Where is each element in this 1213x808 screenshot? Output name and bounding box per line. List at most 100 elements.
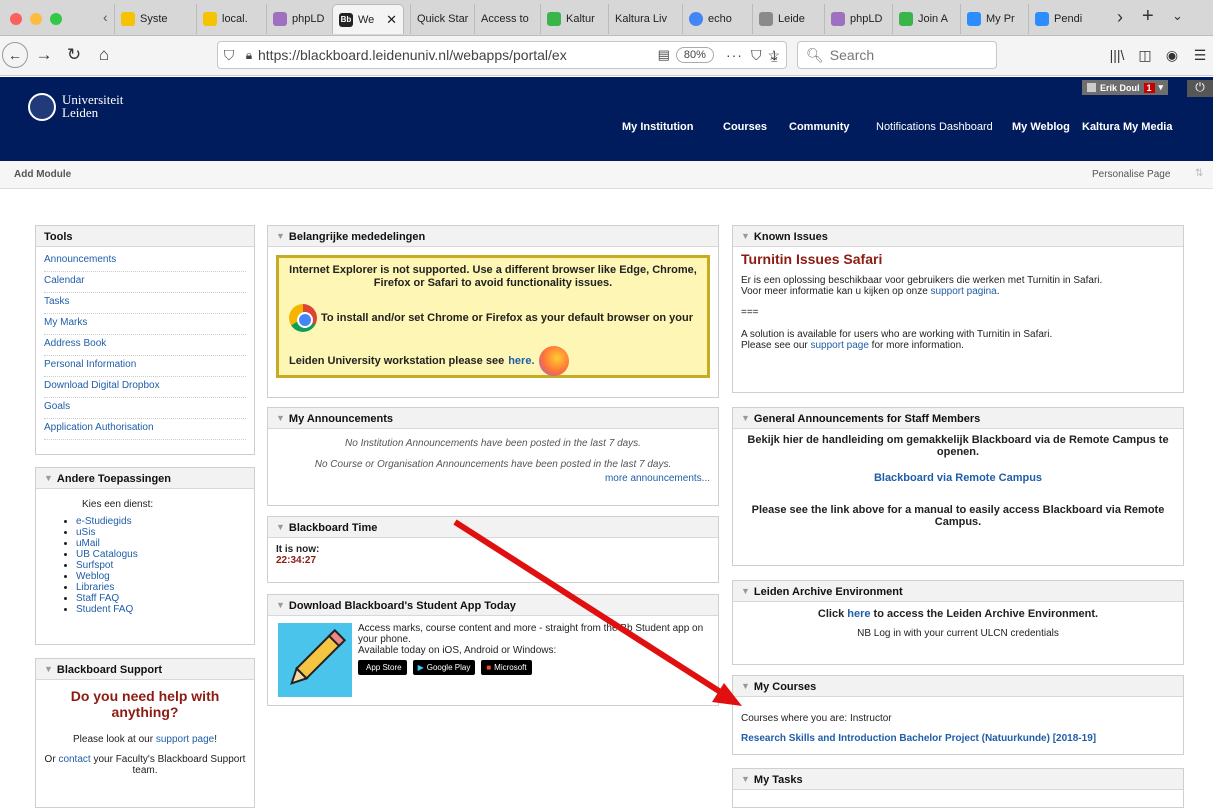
shield-icon[interactable]: ⛉ [218, 47, 240, 64]
tools-link[interactable]: My Marks [44, 314, 246, 335]
browser-tab[interactable]: echo [682, 4, 744, 34]
service-link[interactable]: uSis [76, 527, 95, 538]
hamburger-menu-icon[interactable]: ☰ [1188, 42, 1212, 68]
google-play-button[interactable]: ▶ Google Play [412, 660, 476, 675]
menu-community[interactable]: Community [789, 121, 850, 133]
account-icon[interactable]: ◉ [1160, 42, 1184, 68]
library-icon[interactable]: |||\ [1105, 42, 1129, 68]
tab-label: Quick Star [417, 13, 469, 25]
home-icon[interactable]: ⌂ [92, 42, 116, 68]
close-tab-icon[interactable]: ✕ [386, 12, 397, 28]
personalise-page-button[interactable]: Personalise Page [1092, 169, 1170, 180]
browser-tab[interactable]: phpLD [824, 4, 886, 34]
browser-tab[interactable]: Leide [752, 4, 814, 34]
browser-tab[interactable]: Syste [114, 4, 174, 34]
collapse-icon[interactable]: ▼ [276, 522, 285, 532]
collapse-icon[interactable]: ▼ [276, 413, 285, 423]
tools-link[interactable]: Address Book [44, 335, 246, 356]
browser-tab[interactable]: Kaltur [540, 4, 606, 34]
remote-campus-link[interactable]: Blackboard via Remote Campus [874, 472, 1042, 484]
university-logo[interactable]: Universiteit Leiden [28, 93, 123, 121]
add-module-button[interactable]: Add Module [14, 169, 71, 180]
course-link[interactable]: Research Skills and Introduction Bachelo… [741, 733, 1096, 744]
support-page-link[interactable]: support page [156, 734, 214, 745]
browser-tab[interactable]: Join A [892, 4, 958, 34]
lock-icon[interactable]: 🔒︎ [240, 48, 258, 63]
service-link[interactable]: Student FAQ [76, 604, 133, 615]
service-link[interactable]: UB Catalogus [76, 549, 138, 560]
browser-tab[interactable]: Kaltura Liv [608, 4, 680, 34]
browser-tab[interactable]: Access to [474, 4, 536, 34]
tab-list-icon[interactable]: ⌄ [1172, 8, 1183, 24]
download-icon[interactable]: ⤓ [771, 48, 778, 65]
module-title: Blackboard Time [288, 522, 378, 534]
tab-scroll-right-icon[interactable]: › [1117, 7, 1123, 28]
zoom-level[interactable]: 80% [675, 47, 714, 63]
tools-link[interactable]: Personal Information [44, 356, 246, 377]
collapse-icon[interactable]: ▼ [741, 413, 750, 423]
collapse-icon[interactable]: ▼ [44, 664, 53, 674]
url-text[interactable]: https://blackboard.leidenuniv.nl/webapps… [258, 47, 652, 63]
collapse-icon[interactable]: ▼ [276, 231, 285, 241]
tools-link[interactable]: Tasks [44, 293, 246, 314]
pocket-icon[interactable]: ⛉ [751, 47, 762, 64]
logout-icon[interactable]: ⏻ [1187, 80, 1213, 97]
service-link[interactable]: uMail [76, 538, 100, 549]
reader-view-icon[interactable]: ▤ [658, 47, 670, 63]
service-link[interactable]: Staff FAQ [76, 593, 119, 604]
browser-tab[interactable]: My Pr [960, 4, 1026, 34]
more-announcements-link[interactable]: more announcements... [605, 473, 710, 484]
browser-tab[interactable]: local. [196, 4, 256, 34]
support-page-link[interactable]: support page [811, 340, 869, 351]
archive-here-link[interactable]: here [847, 608, 870, 620]
reload-icon[interactable]: ↻ [62, 42, 86, 68]
tab-scroll-left-icon[interactable]: ‹ [103, 9, 108, 25]
andere-intro: Kies een dienst: [82, 499, 154, 510]
contact-link[interactable]: contact [58, 754, 90, 765]
current-time: 22:34:27 [276, 555, 317, 566]
close-window-icon[interactable] [10, 13, 22, 25]
url-bar[interactable]: ⛉ 🔒︎ https://blackboard.leidenuniv.nl/we… [217, 41, 787, 69]
browser-tab[interactable]: phpLD [266, 4, 330, 34]
tools-link[interactable]: Goals [44, 398, 246, 419]
user-menu[interactable]: Erik Doul 1 ▾ [1082, 80, 1169, 95]
support-pagina-link[interactable]: support pagina [931, 286, 997, 297]
sidebar-icon[interactable]: ◫ [1133, 42, 1157, 68]
tools-link[interactable]: Download Digital Dropbox [44, 377, 246, 398]
browser-tab-active[interactable]: Bb We ✕ [332, 4, 404, 34]
minimize-window-icon[interactable] [30, 13, 42, 25]
forward-icon[interactable]: → [32, 42, 56, 68]
browser-tab[interactable]: Pendi [1028, 4, 1096, 34]
maximize-window-icon[interactable] [50, 13, 62, 25]
browser-tab[interactable]: Quick Star [410, 4, 472, 34]
menu-my-weblog[interactable]: My Weblog [1012, 121, 1070, 133]
back-icon[interactable]: ← [2, 42, 28, 68]
collapse-icon[interactable]: ▼ [741, 774, 750, 784]
tools-link[interactable]: Announcements [44, 251, 246, 272]
collapse-icon[interactable]: ▼ [741, 681, 750, 691]
collapse-icon[interactable]: ▼ [741, 586, 750, 596]
tools-link[interactable]: Application Authorisation [44, 419, 246, 440]
service-link[interactable]: e-Studiegids [76, 516, 132, 527]
service-link[interactable]: Libraries [76, 582, 114, 593]
microsoft-store-button[interactable]: ■ Microsoft [481, 660, 532, 675]
here-link[interactable]: here. [508, 355, 534, 367]
tools-link[interactable]: Calendar [44, 272, 246, 293]
collapse-icon[interactable]: ▼ [276, 600, 285, 610]
service-link[interactable]: Surfspot [76, 560, 113, 571]
service-link[interactable]: Weblog [76, 571, 110, 582]
menu-notifications-dashboard[interactable]: Notifications Dashboard [876, 121, 993, 133]
tab-label: Pendi [1054, 13, 1083, 25]
app-store-button[interactable]: App Store [358, 660, 407, 675]
general-announcements-module: ▼ General Announcements for Staff Members… [732, 407, 1184, 566]
collapse-icon[interactable]: ▼ [44, 473, 53, 483]
menu-courses[interactable]: Courses [723, 121, 767, 133]
page-actions-icon[interactable]: ··· [726, 47, 743, 63]
search-input[interactable]: 🔍︎ Search [797, 41, 997, 69]
new-tab-icon[interactable]: + [1142, 5, 1154, 28]
menu-my-institution[interactable]: My Institution [622, 121, 694, 133]
tab-label: Kaltura Liv [615, 13, 667, 25]
reorder-icon[interactable]: ⇅ [1195, 168, 1203, 179]
collapse-icon[interactable]: ▼ [741, 231, 750, 241]
menu-kaltura-my-media[interactable]: Kaltura My Media [1082, 121, 1172, 133]
